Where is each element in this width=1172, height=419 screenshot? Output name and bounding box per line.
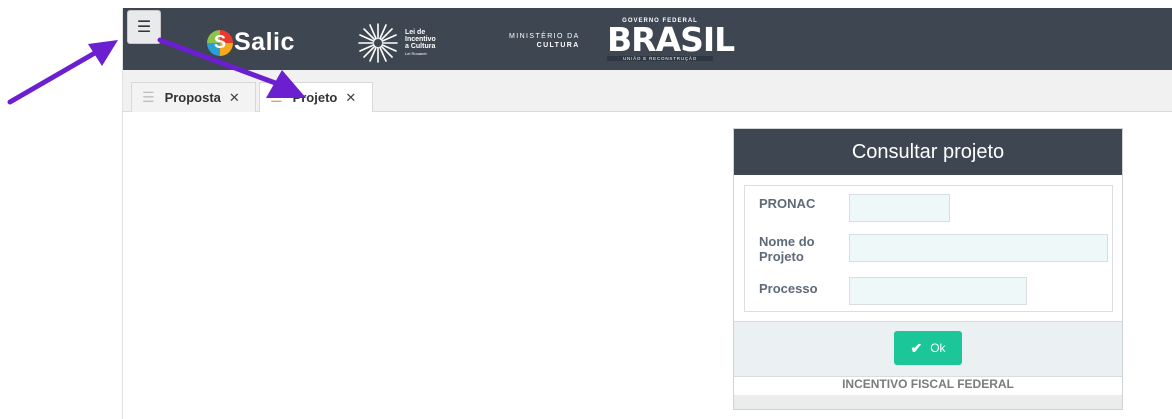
sliders-icon: ☰ <box>270 89 283 105</box>
ok-label: Ok <box>930 341 946 355</box>
tab-projeto[interactable]: ☰ Projeto ✕ <box>259 82 373 112</box>
form-actions: ✔ Ok <box>734 321 1122 377</box>
ok-button[interactable]: ✔ Ok <box>894 331 962 365</box>
governo-federal-logo: GOVERNO FEDERAL BRASIL UNIÃO E RECONSTRU… <box>607 18 735 61</box>
hamburger-icon: ☰ <box>136 19 152 36</box>
ministerio-logo: MINISTÉRIO DA CULTURA <box>509 32 580 50</box>
salic-logo-icon: S <box>207 29 233 56</box>
tab-label: Proposta <box>164 90 221 105</box>
pronac-label: PRONAC <box>759 196 816 211</box>
sunburst-icon <box>358 23 398 63</box>
panel-title: Consultar projeto <box>734 129 1122 175</box>
pronac-input[interactable] <box>849 194 950 222</box>
salic-logo-text: Salic <box>234 28 295 56</box>
nome-projeto-row: Nome do Projeto <box>759 234 1108 264</box>
consultar-projeto-panel: Consultar projeto PRONAC Nome do Projeto… <box>733 128 1123 410</box>
menu-button[interactable]: ☰ <box>127 10 161 44</box>
rouanet-line: Lei Rouanet <box>405 51 427 56</box>
footer-bar <box>734 395 1122 409</box>
nome-projeto-input[interactable] <box>849 234 1108 262</box>
rouanet-line: a Cultura <box>405 43 436 50</box>
processo-label: Processo <box>759 281 818 296</box>
salic-logo: S Salic <box>207 28 295 57</box>
tab-proposta[interactable]: ☰ Proposta ✕ <box>131 82 256 112</box>
close-icon[interactable]: ✕ <box>229 90 240 106</box>
search-form: PRONAC Nome do Projeto Processo <box>744 185 1113 312</box>
incentivo-fiscal-label: INCENTIVO FISCAL FEDERAL <box>842 377 1014 391</box>
rouanet-line: Incentivo <box>405 36 436 43</box>
governo-brasil: BRASIL <box>607 20 735 59</box>
lei-rouanet-logo: Lei de Incentivo a Cultura Lei Rouanet <box>357 22 436 64</box>
top-header: ☰ S Salic Lei de Incentivo a Cultura Lei… <box>123 8 1172 70</box>
processo-input[interactable] <box>849 277 1027 305</box>
processo-row: Processo <box>759 277 1027 305</box>
arrow-to-menu <box>7 40 118 105</box>
pronac-row: PRONAC <box>759 194 950 222</box>
sliders-icon: ☰ <box>142 89 155 105</box>
close-icon[interactable]: ✕ <box>345 90 356 106</box>
rouanet-line: Lei de <box>405 29 426 36</box>
ministerio-line: MINISTÉRIO DA <box>509 33 580 40</box>
check-icon: ✔ <box>910 339 923 356</box>
tab-bar: ☰ Proposta ✕ ☰ Projeto ✕ <box>123 70 1172 112</box>
ministerio-line: CULTURA <box>536 42 580 49</box>
nome-projeto-label: Nome do Projeto <box>759 234 815 264</box>
tab-label: Projeto <box>292 90 338 105</box>
